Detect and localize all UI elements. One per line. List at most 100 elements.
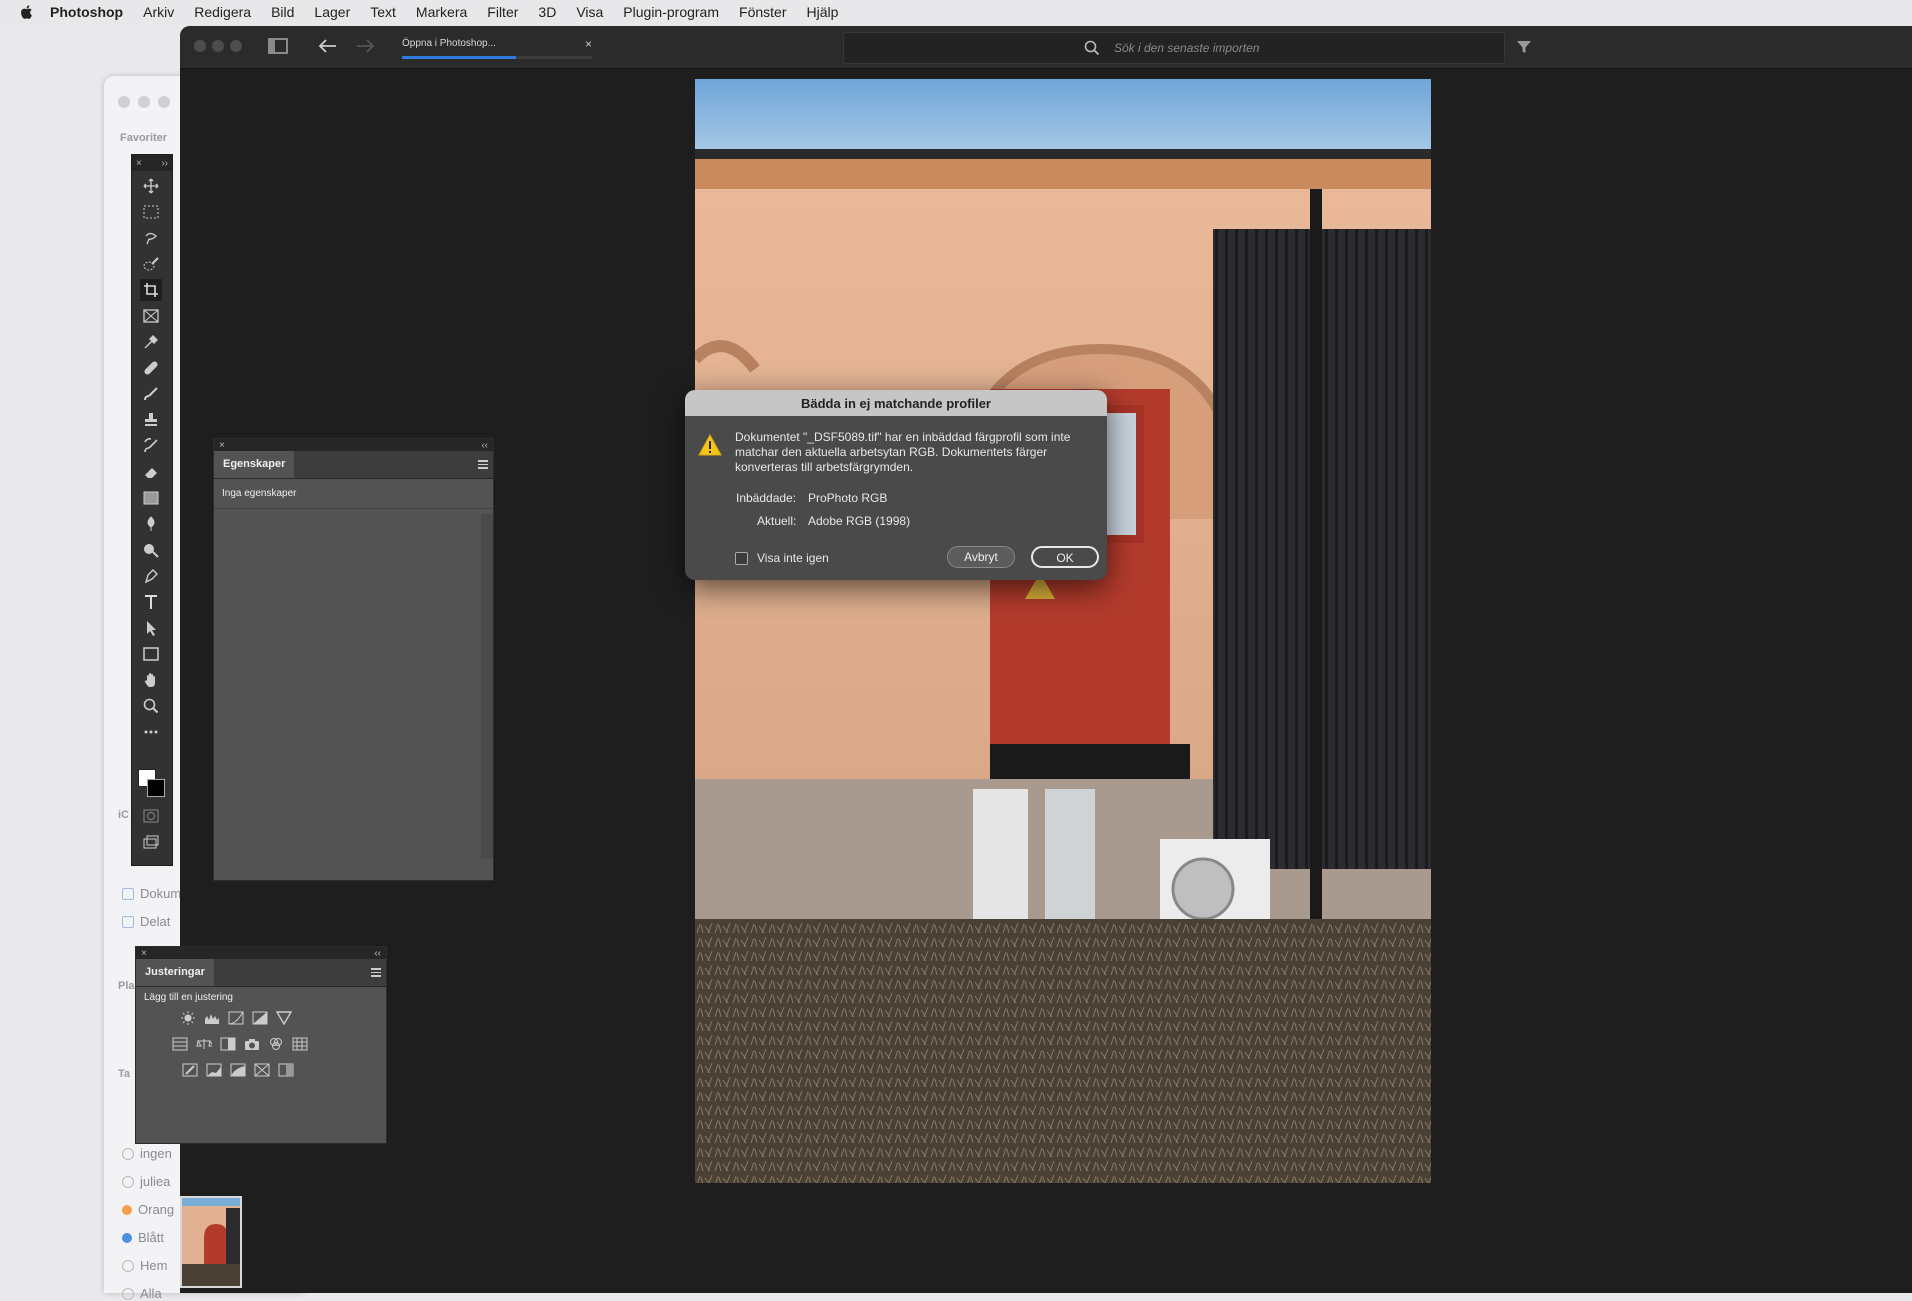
menu-bild[interactable]: Bild (271, 4, 294, 20)
background-color-swatch[interactable] (147, 779, 165, 797)
panel-menu-icon[interactable] (371, 968, 381, 979)
collapse-panel-icon[interactable]: ‹‹ (481, 440, 488, 451)
tab-justeringar[interactable]: Justeringar (136, 959, 214, 986)
sidebar-toggle-icon[interactable] (268, 38, 288, 54)
channel-mixer-icon[interactable] (268, 1037, 284, 1051)
pen-tool-icon[interactable] (140, 565, 162, 587)
menu-filter[interactable]: Filter (487, 4, 518, 20)
adjustment-row-2 (172, 1037, 308, 1051)
thumbnail-selected[interactable] (180, 1196, 242, 1288)
menu-redigera[interactable]: Redigera (194, 4, 251, 20)
more-tools-icon[interactable] (140, 721, 162, 743)
tab-egenskaper[interactable]: Egenskaper (214, 451, 295, 478)
minimize-window-button[interactable] (212, 40, 224, 52)
dialog-message: Dokumentet "_DSF5089.tif" har en inbädda… (735, 430, 1071, 474)
photo-thumbnail (182, 1198, 240, 1286)
brightness-contrast-icon[interactable] (180, 1011, 196, 1025)
gradient-map-icon[interactable] (278, 1063, 294, 1077)
embedded-value: ProPhoto RGB (808, 491, 888, 505)
color-lookup-icon[interactable] (292, 1037, 308, 1051)
quick-mask-icon[interactable] (140, 805, 162, 827)
levels-icon[interactable] (204, 1011, 220, 1025)
healing-brush-tool-icon[interactable] (140, 357, 162, 379)
dont-show-label[interactable]: Visa inte igen (757, 551, 829, 565)
gradient-tool-icon[interactable] (140, 487, 162, 509)
quick-selection-tool-icon[interactable] (140, 253, 162, 275)
path-selection-tool-icon[interactable] (140, 617, 162, 639)
finder-tag-ingen[interactable]: ingen (122, 1146, 172, 1161)
photoshop-titlebar: Öppna i Photoshop... × Sök i den senaste… (180, 26, 1912, 69)
filter-icon[interactable] (1516, 39, 1532, 55)
history-brush-tool-icon[interactable] (140, 435, 162, 457)
finder-traffic-lights[interactable] (118, 96, 170, 108)
hue-saturation-icon[interactable] (172, 1037, 188, 1051)
menu-plugin[interactable]: Plugin-program (623, 4, 719, 20)
menu-photoshop[interactable]: Photoshop (50, 4, 123, 20)
tab-open-in-photoshop[interactable]: Öppna i Photoshop... × (402, 34, 592, 64)
vibrance-icon[interactable] (276, 1011, 292, 1025)
screen-mode-icon[interactable] (140, 831, 162, 853)
selective-color-icon[interactable] (254, 1063, 270, 1077)
color-balance-icon[interactable] (196, 1037, 212, 1051)
zoom-tool-icon[interactable] (140, 695, 162, 717)
menu-3d[interactable]: 3D (538, 4, 556, 20)
collapse-panel-icon[interactable]: ‹‹ (374, 948, 381, 959)
photo-filter-icon[interactable] (244, 1037, 260, 1051)
close-window-button[interactable] (194, 40, 206, 52)
menubar: Photoshop Arkiv Redigera Bild Lager Text… (0, 0, 1912, 24)
ok-button[interactable]: OK (1031, 546, 1099, 568)
apple-icon[interactable] (18, 3, 36, 21)
marquee-tool-icon[interactable] (140, 201, 162, 223)
panel-menu-icon[interactable] (478, 460, 488, 471)
crop-tool-icon[interactable] (140, 279, 162, 301)
menu-hjalp[interactable]: Hjälp (806, 4, 838, 20)
eraser-tool-icon[interactable] (140, 461, 162, 483)
menu-fonster[interactable]: Fönster (739, 4, 786, 20)
finder-favorites-label: Favoriter (120, 132, 168, 144)
adjustments-panel-header: × ‹‹ (136, 947, 386, 959)
finder-tag-hem[interactable]: Hem (122, 1258, 167, 1273)
menu-visa[interactable]: Visa (576, 4, 603, 20)
current-label: Aktuell: (757, 514, 797, 528)
brush-tool-icon[interactable] (140, 383, 162, 405)
dont-show-checkbox[interactable] (735, 552, 748, 565)
type-tool-icon[interactable] (140, 591, 162, 613)
finder-tag-alla[interactable]: Alla (122, 1286, 162, 1301)
menu-lager[interactable]: Lager (314, 4, 350, 20)
forward-arrow-icon[interactable] (355, 38, 375, 54)
clone-stamp-tool-icon[interactable] (140, 409, 162, 431)
menu-text[interactable]: Text (370, 4, 396, 20)
properties-tabs: Egenskaper (214, 451, 493, 479)
invert-icon[interactable] (182, 1063, 198, 1077)
blur-tool-icon[interactable] (140, 513, 162, 535)
properties-scrollbar[interactable] (481, 514, 493, 859)
curves-icon[interactable] (228, 1011, 244, 1025)
close-panel-icon[interactable]: × (141, 948, 147, 959)
expand-panel-icon[interactable]: ›› (161, 158, 168, 169)
move-tool-icon[interactable] (140, 175, 162, 197)
black-white-icon[interactable] (220, 1037, 236, 1051)
finder-tag-orange[interactable]: Orang (122, 1202, 174, 1217)
lasso-tool-icon[interactable] (140, 227, 162, 249)
search-input[interactable]: Sök i den senaste importen (843, 32, 1505, 64)
menu-arkiv[interactable]: Arkiv (143, 4, 174, 20)
finder-item-delat[interactable]: Delat (122, 914, 170, 929)
hand-tool-icon[interactable] (140, 669, 162, 691)
close-tab-icon[interactable]: × (585, 37, 592, 51)
finder-tag-juliea[interactable]: juliea (122, 1174, 170, 1189)
eyedropper-tool-icon[interactable] (140, 331, 162, 353)
tools-panel: × ›› (131, 154, 173, 866)
frame-tool-icon[interactable] (140, 305, 162, 327)
rectangle-tool-icon[interactable] (140, 643, 162, 665)
close-panel-icon[interactable]: × (136, 158, 142, 169)
threshold-icon[interactable] (230, 1063, 246, 1077)
dodge-tool-icon[interactable] (140, 539, 162, 561)
exposure-icon[interactable] (252, 1011, 268, 1025)
zoom-window-button[interactable] (230, 40, 242, 52)
close-panel-icon[interactable]: × (219, 440, 225, 451)
posterize-icon[interactable] (206, 1063, 222, 1077)
back-arrow-icon[interactable] (318, 38, 338, 54)
cancel-button[interactable]: Avbryt (947, 546, 1015, 568)
menu-markera[interactable]: Markera (416, 4, 467, 20)
finder-tag-blue[interactable]: Blått (122, 1230, 164, 1245)
